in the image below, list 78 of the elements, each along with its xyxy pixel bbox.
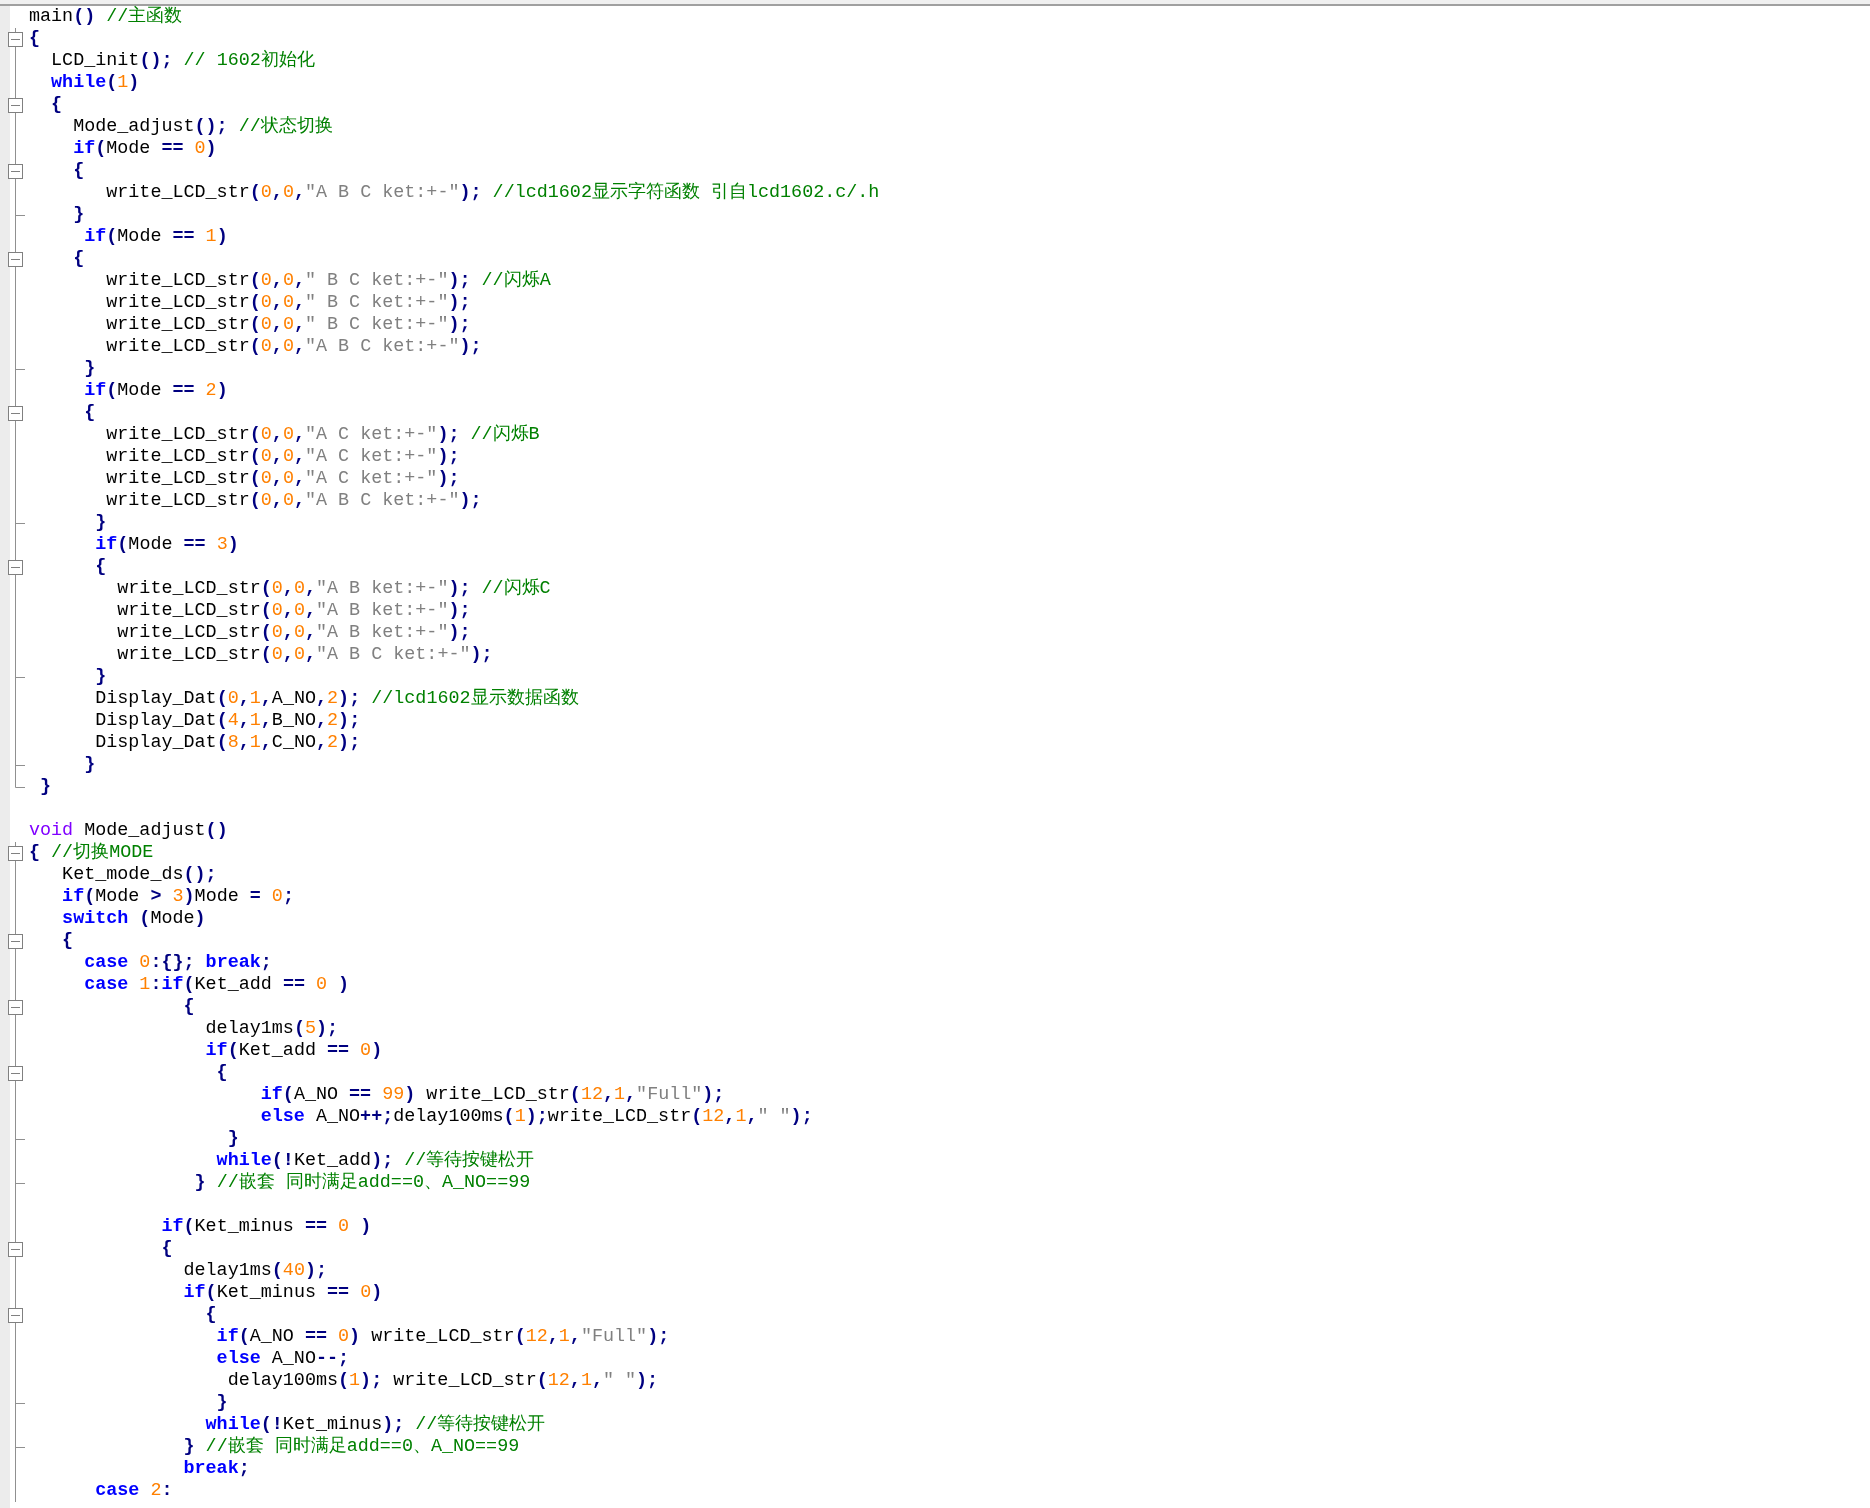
code-line: } — [94, 666, 107, 688]
code-line: } — [215, 1392, 228, 1414]
code-line: switch (Mode) — [61, 908, 206, 930]
code-line: Display_Dat(4,1,B_NO,2); — [94, 710, 361, 732]
code-line: if(Ket_add == 0) — [204, 1040, 383, 1062]
code-line: if(A_NO == 0) write_LCD_str(12,1,"Full"); — [215, 1326, 670, 1348]
code-line: write_LCD_str(0,0,"A B ket:+-"); //闪烁C — [116, 578, 551, 600]
fold-toggle-icon[interactable] — [8, 560, 23, 575]
code-line: case 0:{}; break; — [83, 952, 272, 974]
code-line: write_LCD_str(0,0,"A B C ket:+-"); — [105, 490, 482, 512]
code-line: else A_NO--; — [215, 1348, 350, 1370]
code-line: { — [72, 248, 85, 270]
code-line: break; — [182, 1458, 250, 1480]
code-line: } — [83, 358, 96, 380]
code-line: Display_Dat(0,1,A_NO,2); //lcd1602显示数据函数 — [94, 688, 579, 710]
code-line: LCD_init(); // 1602初始化 — [50, 50, 315, 72]
code-line: Ket_mode_ds(); — [61, 864, 217, 886]
code-line: { — [215, 1062, 228, 1084]
code-line: } — [72, 204, 85, 226]
code-line: if(Ket_minus == 0) — [182, 1282, 383, 1304]
code-line: while(1) — [50, 72, 140, 94]
code-line: Mode_adjust(); //状态切换 — [72, 116, 333, 138]
code-line: } — [83, 754, 96, 776]
code-line: { — [72, 160, 85, 182]
code-line: delay100ms(1); write_LCD_str(12,1," "); — [226, 1370, 659, 1392]
code-line: } //嵌套 同时满足add==0、A_NO==99 — [182, 1436, 520, 1458]
code-line: if(A_NO == 99) write_LCD_str(12,1,"Full"); — [259, 1084, 725, 1106]
code-line: } — [94, 512, 107, 534]
fold-toggle-icon[interactable] — [8, 252, 23, 267]
code-line: { — [83, 402, 96, 424]
code-line: write_LCD_str(0,0,"A C ket:+-"); — [105, 468, 460, 490]
code-line: if(Mode == 0) — [72, 138, 217, 160]
fold-toggle-icon[interactable] — [8, 1000, 23, 1015]
code-line: if(Mode > 3)Mode = 0; — [61, 886, 294, 908]
code-line: write_LCD_str(0,0,"A B ket:+-"); — [116, 622, 471, 644]
fold-toggle-icon[interactable] — [8, 1066, 23, 1081]
code-line: while(!Ket_add); //等待按键松开 — [215, 1150, 535, 1172]
code-line: if(Mode == 2) — [83, 380, 228, 402]
fold-toggle-icon[interactable] — [8, 32, 23, 47]
code-line: { //切换MODE — [29, 842, 154, 864]
code-line: main() //主函数 — [29, 6, 183, 28]
fold-toggle-icon[interactable] — [8, 846, 23, 861]
code-line: write_LCD_str(0,0," B C ket:+-"); //闪烁A — [105, 270, 551, 292]
code-line: write_LCD_str(0,0,"A C ket:+-"); //闪烁B — [105, 424, 540, 446]
code-line: Display_Dat(8,1,C_NO,2); — [94, 732, 361, 754]
code-line: { — [160, 1238, 173, 1260]
code-line: case 2: — [94, 1480, 173, 1502]
fold-toggle-icon[interactable] — [8, 406, 23, 421]
code-line: { — [94, 556, 107, 578]
code-line: case 1:if(Ket_add == 0 ) — [83, 974, 350, 996]
code-line: if(Mode == 3) — [94, 534, 239, 556]
code-line: delay1ms(40); — [182, 1260, 327, 1282]
code-line: if(Mode == 1) — [83, 226, 228, 248]
fold-toggle-icon[interactable] — [8, 98, 23, 113]
fold-toggle-icon[interactable] — [8, 1242, 23, 1257]
code-line: { — [182, 996, 195, 1018]
code-line: write_LCD_str(0,0," B C ket:+-"); — [105, 292, 471, 314]
code-line: { — [204, 1304, 217, 1326]
code-line: write_LCD_str(0,0,"A B ket:+-"); — [116, 600, 471, 622]
code-line: write_LCD_str(0,0,"A C ket:+-"); — [105, 446, 460, 468]
code-line: write_LCD_str(0,0,"A B C ket:+-"); — [116, 644, 493, 666]
fold-toggle-icon[interactable] — [8, 934, 23, 949]
code-line: write_LCD_str(0,0," B C ket:+-"); — [105, 314, 471, 336]
code-line: } //嵌套 同时满足add==0、A_NO==99 — [193, 1172, 531, 1194]
code-line: if(Ket_minus == 0 ) — [160, 1216, 372, 1238]
code-line: { — [50, 94, 63, 116]
code-line: { — [61, 930, 74, 952]
code-line: { — [29, 28, 41, 50]
fold-toggle-icon[interactable] — [8, 164, 23, 179]
code-line: write_LCD_str(0,0,"A B C ket:+-"); //lcd1602显示字符函数 引自lcd1602.c/.h — [105, 182, 880, 204]
code-line: delay1ms(5); — [204, 1018, 339, 1040]
fold-toggle-icon[interactable] — [8, 1308, 23, 1323]
code-line: while(!Ket_minus); //等待按键松开 — [204, 1414, 546, 1436]
code-line: else A_NO++;delay100ms(1);write_LCD_str(12,1," "); — [259, 1106, 813, 1128]
code-line: } — [226, 1128, 239, 1150]
code-line: void Mode_adjust() — [29, 820, 228, 842]
code-line: write_LCD_str(0,0,"A B C ket:+-"); — [105, 336, 482, 358]
code-line: } — [39, 776, 52, 798]
